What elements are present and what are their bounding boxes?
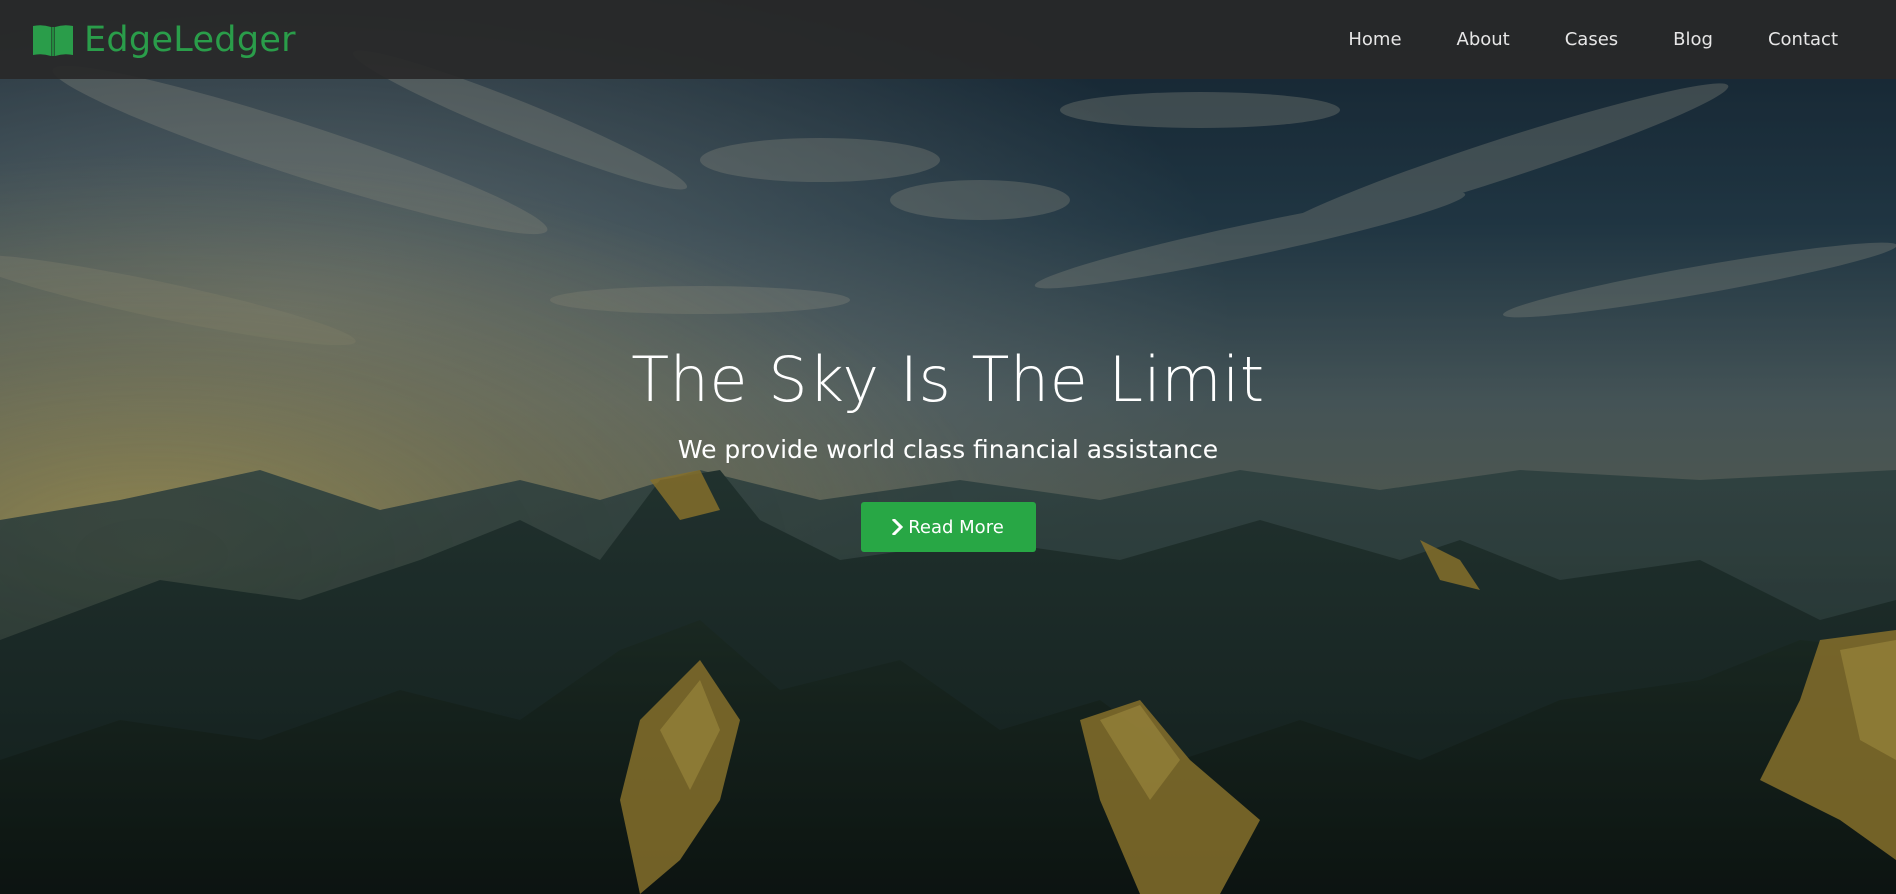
nav-link-blog[interactable]: Blog bbox=[1673, 29, 1713, 50]
main-nav: Home About Cases Blog Contact bbox=[1293, 0, 1838, 79]
hero-section: EdgeLedger Home About Cases Blog Contact… bbox=[0, 0, 1896, 894]
nav-item-home: Home bbox=[1348, 29, 1401, 50]
brand-name: EdgeLedger bbox=[84, 20, 296, 60]
book-open-icon bbox=[33, 25, 73, 56]
chevron-right-icon bbox=[892, 519, 904, 535]
nav-item-contact: Contact bbox=[1768, 29, 1838, 50]
hero-title: The Sky Is The Limit bbox=[631, 343, 1265, 416]
hero-content: The Sky Is The Limit We provide world cl… bbox=[0, 338, 1896, 552]
nav-item-blog: Blog bbox=[1673, 29, 1713, 50]
nav-item-cases: Cases bbox=[1565, 29, 1618, 50]
brand-logo[interactable]: EdgeLedger bbox=[31, 18, 296, 62]
hero-subtitle: We provide world class financial assista… bbox=[677, 435, 1219, 464]
nav-link-contact[interactable]: Contact bbox=[1768, 29, 1838, 50]
nav-link-cases[interactable]: Cases bbox=[1565, 29, 1618, 50]
nav-link-about[interactable]: About bbox=[1457, 29, 1510, 50]
nav-link-home[interactable]: Home bbox=[1348, 29, 1401, 50]
read-more-label: Read More bbox=[908, 516, 1004, 538]
nav-item-about: About bbox=[1457, 29, 1510, 50]
navbar: EdgeLedger Home About Cases Blog Contact bbox=[0, 0, 1896, 79]
read-more-button[interactable]: Read More bbox=[860, 502, 1036, 552]
